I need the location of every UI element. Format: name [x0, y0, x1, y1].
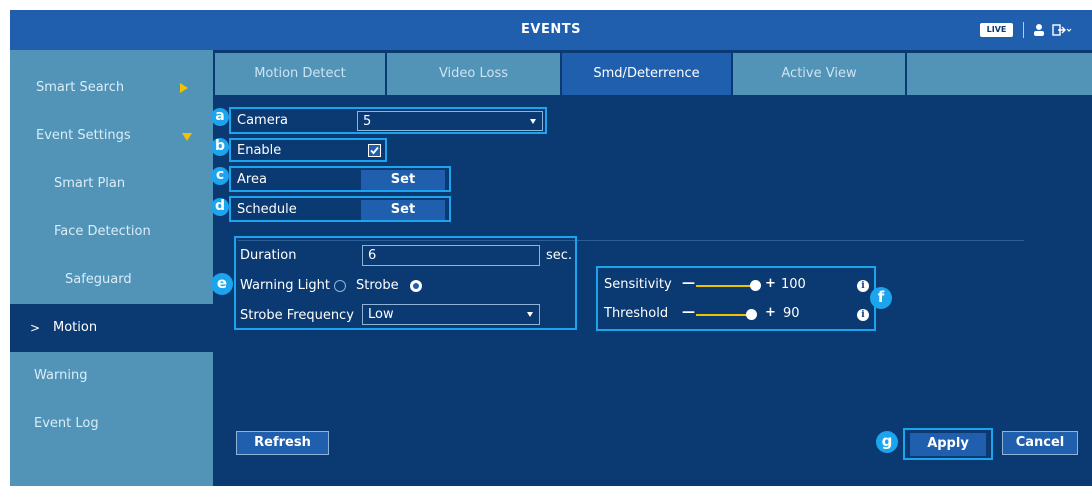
threshold-value: 90: [783, 306, 800, 321]
cancel-button[interactable]: Cancel: [1002, 431, 1078, 455]
warning-light-radio[interactable]: [334, 280, 346, 292]
callout-g: g: [876, 431, 898, 453]
strobe-frequency-value: Low: [368, 307, 394, 322]
strobe-frequency-label: Strobe Frequency: [240, 308, 354, 323]
chevron-right-icon: >: [30, 321, 41, 335]
camera-value: 5: [363, 114, 372, 129]
camera-row: Camera 5: [229, 107, 547, 134]
camera-select[interactable]: 5: [357, 111, 543, 131]
duration-input[interactable]: 6: [362, 245, 540, 266]
strobe-frequency-select[interactable]: Low: [362, 304, 540, 325]
enable-row: Enable: [229, 138, 387, 162]
user-icon[interactable]: [1032, 23, 1046, 37]
tab-active-view[interactable]: Active View: [733, 53, 905, 95]
sidebar-item-label: Smart Plan: [54, 176, 126, 191]
tab-bar: Motion Detect Video Loss Smd/Deterrence …: [213, 53, 1092, 95]
sidebar-item-label: Motion: [53, 320, 98, 335]
enable-checkbox[interactable]: [368, 144, 381, 157]
callout-c: c: [211, 167, 229, 185]
sidebar-item-safeguard[interactable]: Safeguard: [10, 256, 213, 304]
sidebar-item-label: Face Detection: [54, 224, 151, 239]
callout-d: d: [211, 198, 229, 216]
page-title: EVENTS: [521, 22, 581, 37]
duration-label: Duration: [240, 248, 297, 263]
duration-value: 6: [368, 248, 377, 263]
area-row: Area Set: [229, 166, 451, 192]
callout-a: a: [211, 108, 229, 126]
sidebar-item-warning[interactable]: Warning: [10, 352, 213, 400]
info-icon[interactable]: i: [857, 309, 869, 321]
sensitivity-increase-button[interactable]: +: [765, 276, 776, 291]
tab-motion-detect[interactable]: Motion Detect: [215, 53, 385, 95]
sensitivity-value: 100: [781, 277, 806, 292]
sidebar-item-label: Smart Search: [36, 80, 125, 95]
threshold-slider-handle[interactable]: [746, 309, 757, 320]
threshold-label: Threshold: [604, 306, 669, 321]
sensitivity-slider-handle[interactable]: [750, 280, 761, 291]
sidebar-item-smart-plan[interactable]: Smart Plan: [10, 160, 213, 208]
sidebar-item-event-log[interactable]: Event Log: [10, 400, 213, 448]
title-bar: EVENTS LIVE: [10, 10, 1092, 50]
app-window: EVENTS LIVE Smart Search Event Settings …: [10, 10, 1092, 486]
strobe-label: Strobe: [356, 278, 399, 293]
sidebar: Smart Search Event Settings Smart Plan F…: [10, 50, 213, 486]
callout-b: b: [211, 138, 229, 156]
sidebar-item-label: Event Settings: [36, 128, 131, 143]
sidebar-item-smart-search[interactable]: Smart Search: [10, 64, 213, 112]
tab-video-loss[interactable]: Video Loss: [387, 53, 560, 95]
logout-icon[interactable]: [1052, 23, 1072, 37]
chevron-right-icon: [180, 83, 188, 93]
area-label: Area: [237, 172, 267, 187]
tab-empty: [907, 53, 1092, 95]
sidebar-item-label: Event Log: [34, 416, 99, 431]
schedule-set-button[interactable]: Set: [361, 200, 445, 220]
sidebar-item-face-detection[interactable]: Face Detection: [10, 208, 213, 256]
motion-sliders-group: Sensitivity — + 100 i Threshold — + 90 i: [596, 266, 876, 331]
deterrence-settings-group: Duration 6 sec. Warning Light Strobe Str…: [234, 236, 577, 330]
strobe-radio[interactable]: [410, 280, 422, 292]
title-bar-separator: [1023, 22, 1024, 38]
tab-smd-deterrence[interactable]: Smd/Deterrence: [562, 53, 731, 95]
chevron-down-icon: [182, 133, 192, 141]
apply-highlight: Apply: [903, 428, 993, 460]
sensitivity-decrease-button[interactable]: —: [682, 276, 695, 291]
camera-label: Camera: [237, 113, 289, 128]
area-set-button[interactable]: Set: [361, 170, 445, 190]
sidebar-item-label: Warning: [34, 368, 88, 383]
sidebar-item-label: Safeguard: [65, 272, 132, 287]
schedule-row: Schedule Set: [229, 196, 451, 222]
sidebar-item-motion[interactable]: > Motion: [10, 304, 213, 352]
enable-label: Enable: [237, 143, 282, 158]
chevron-down-icon: [530, 119, 536, 124]
info-icon[interactable]: i: [857, 280, 869, 292]
apply-button[interactable]: Apply: [910, 433, 986, 456]
warning-light-label: Warning Light: [240, 278, 331, 293]
threshold-decrease-button[interactable]: —: [682, 305, 695, 320]
callout-e: e: [211, 273, 233, 295]
sensitivity-slider[interactable]: [696, 285, 756, 287]
refresh-button[interactable]: Refresh: [236, 431, 329, 455]
schedule-label: Schedule: [237, 202, 297, 217]
sensitivity-label: Sensitivity: [604, 277, 672, 292]
chevron-down-icon: [527, 312, 533, 317]
duration-unit: sec.: [546, 248, 573, 263]
threshold-slider[interactable]: [696, 314, 752, 316]
live-button[interactable]: LIVE: [980, 23, 1013, 37]
threshold-increase-button[interactable]: +: [765, 305, 776, 320]
check-icon: [370, 146, 379, 155]
sidebar-item-event-settings[interactable]: Event Settings: [10, 112, 213, 160]
callout-f: f: [870, 287, 892, 309]
